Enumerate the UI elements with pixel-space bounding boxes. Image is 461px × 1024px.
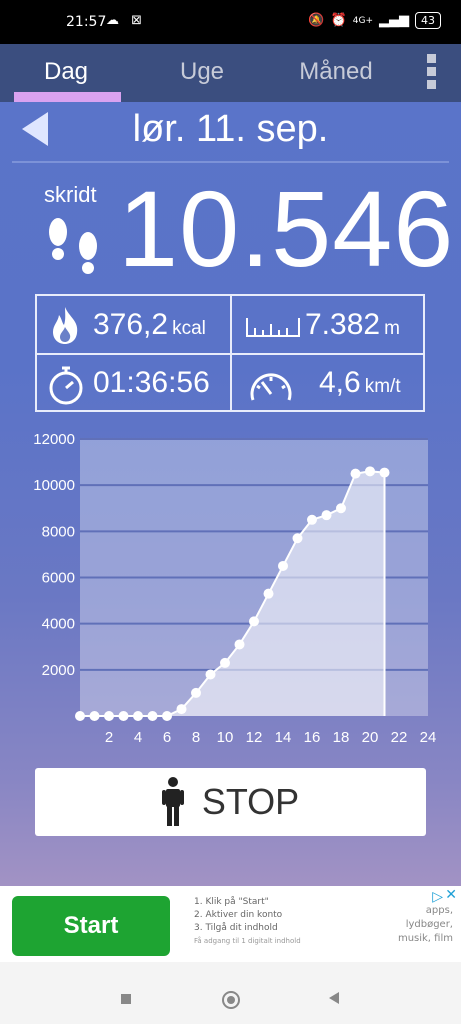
- flame-icon: [53, 307, 78, 344]
- date-title: lør. 11. sep.: [132, 108, 329, 150]
- data-point: [350, 468, 361, 479]
- distance-stat: 7.382 m: [305, 308, 400, 342]
- ad-right-line-1: apps,: [425, 905, 453, 916]
- ad-start-button[interactable]: Start: [12, 896, 170, 956]
- speed-unit: km/t: [364, 376, 401, 397]
- ruler-icon: [246, 318, 300, 337]
- y-tick-label: 8000: [42, 523, 75, 540]
- status-time: 21:57: [66, 14, 107, 30]
- x-tick-label: 18: [333, 729, 350, 746]
- x-tick-label: 6: [163, 729, 171, 746]
- data-point: [176, 704, 187, 715]
- calories-stat: 376,2 kcal: [93, 308, 206, 342]
- network-label: 4G+: [352, 15, 373, 26]
- data-point: [191, 687, 201, 698]
- x-tick-label: 22: [391, 729, 408, 746]
- data-point: [162, 711, 172, 721]
- data-point: [205, 669, 216, 680]
- data-point: [220, 657, 230, 668]
- calories-unit: kcal: [172, 318, 206, 339]
- data-point: [263, 588, 274, 599]
- y-tick-label: 12000: [33, 431, 75, 448]
- notification-icons: ☁ ⊠: [106, 13, 147, 28]
- steps-chart: 120001000080006000400020002 4 6 8 10 12 14 16 18…: [33, 431, 437, 746]
- data-point: [147, 711, 158, 721]
- speed-value: 4,6: [319, 366, 361, 399]
- data-point: [321, 510, 332, 521]
- ad-close-icon[interactable]: ✕: [445, 886, 457, 903]
- tab-bar: Dag Uge Måned: [0, 44, 461, 102]
- alarm-icon: ⏰: [330, 13, 347, 28]
- x-tick-label: 14: [275, 729, 292, 746]
- data-point: [249, 616, 259, 627]
- x-tick-label: 4: [134, 729, 142, 746]
- home-icon[interactable]: [222, 991, 240, 1009]
- data-point: [118, 711, 129, 721]
- calories-value: 376,2: [93, 308, 169, 341]
- ad-choices-icon[interactable]: ▷: [432, 888, 443, 905]
- data-point: [379, 467, 390, 478]
- ad-step-3: 3. Tilgå dit indhold: [194, 923, 278, 933]
- steps-count: 10.546: [118, 168, 455, 289]
- ad-banner[interactable]: Start 1. Klik på "Start" 2. Aktiver din …: [0, 886, 461, 962]
- overflow-menu-icon[interactable]: [424, 54, 440, 94]
- signal-icon: ▂▄▆: [379, 13, 409, 28]
- status-bar: 21:57 ☁ ⊠ 🔕 ⏰ 4G+ ▂▄▆ 43: [0, 0, 461, 44]
- y-tick-label: 10000: [33, 477, 75, 494]
- y-tick-label: 4000: [42, 616, 75, 633]
- data-point: [104, 711, 114, 721]
- data-point: [278, 560, 288, 571]
- ad-step-2: 2. Aktiver din konto: [194, 910, 283, 920]
- x-tick-label: 2: [105, 729, 113, 746]
- tab-week[interactable]: Uge: [160, 58, 244, 86]
- tab-day[interactable]: Dag: [26, 58, 106, 86]
- x-tick-label: 10: [217, 729, 234, 746]
- recents-icon[interactable]: [121, 994, 131, 1004]
- mute-icon: 🔕: [308, 13, 325, 28]
- stop-button-label: STOP: [201, 781, 300, 822]
- data-point: [234, 639, 245, 650]
- stats-grid: 376,2 kcal 7.382 m 01:36:56 4,6 km/t: [35, 294, 425, 412]
- distance-unit: m: [384, 318, 400, 339]
- active-tab-indicator: [14, 92, 121, 102]
- data-point: [75, 711, 85, 721]
- system-nav-bar: [0, 962, 461, 1024]
- x-tick-label: 16: [304, 729, 321, 746]
- data-point: [336, 503, 346, 514]
- duration-value: 01:36:56: [93, 366, 210, 399]
- person-icon: [161, 777, 184, 826]
- distance-value: 7.382: [305, 308, 381, 341]
- data-point: [133, 711, 143, 721]
- speed-stat: 4,6 km/t: [319, 366, 401, 400]
- ad-fine-print: Få adgang til 1 digitalt indhold: [194, 937, 301, 945]
- speedometer-icon: [250, 373, 292, 401]
- battery-indicator: 43: [415, 12, 441, 29]
- y-tick-label: 6000: [42, 570, 75, 587]
- header-divider: [12, 161, 449, 163]
- data-point: [89, 711, 100, 721]
- ad-right-text: apps, lydbøger, musik, film: [398, 904, 453, 946]
- data-point: [307, 514, 317, 525]
- steps-label: skridt: [44, 182, 97, 207]
- x-tick-label: 20: [362, 729, 379, 746]
- ad-right-line-2: lydbøger,: [405, 919, 453, 930]
- data-point: [365, 466, 375, 477]
- stopwatch-icon: [49, 366, 83, 405]
- x-tick-label: 24: [420, 729, 437, 746]
- app-root: Dag Uge Måned lør. 11. sep. skridt 10.54…: [0, 44, 461, 962]
- ad-steps: 1. Klik på "Start" 2. Aktiver din konto …: [194, 896, 301, 948]
- nav-back-icon[interactable]: [329, 992, 339, 1004]
- x-tick-label: 12: [246, 729, 263, 746]
- ad-right-line-3: musik, film: [397, 933, 453, 944]
- y-tick-label: 2000: [42, 662, 75, 679]
- stop-button[interactable]: STOP: [35, 768, 426, 836]
- tab-month[interactable]: Måned: [290, 58, 382, 86]
- data-point: [292, 533, 303, 544]
- footprints-icon: [49, 218, 97, 274]
- status-right: 🔕 ⏰ 4G+ ▂▄▆ 43: [308, 12, 441, 29]
- ad-step-1: 1. Klik på "Start": [194, 897, 269, 907]
- x-tick-label: 8: [192, 729, 200, 746]
